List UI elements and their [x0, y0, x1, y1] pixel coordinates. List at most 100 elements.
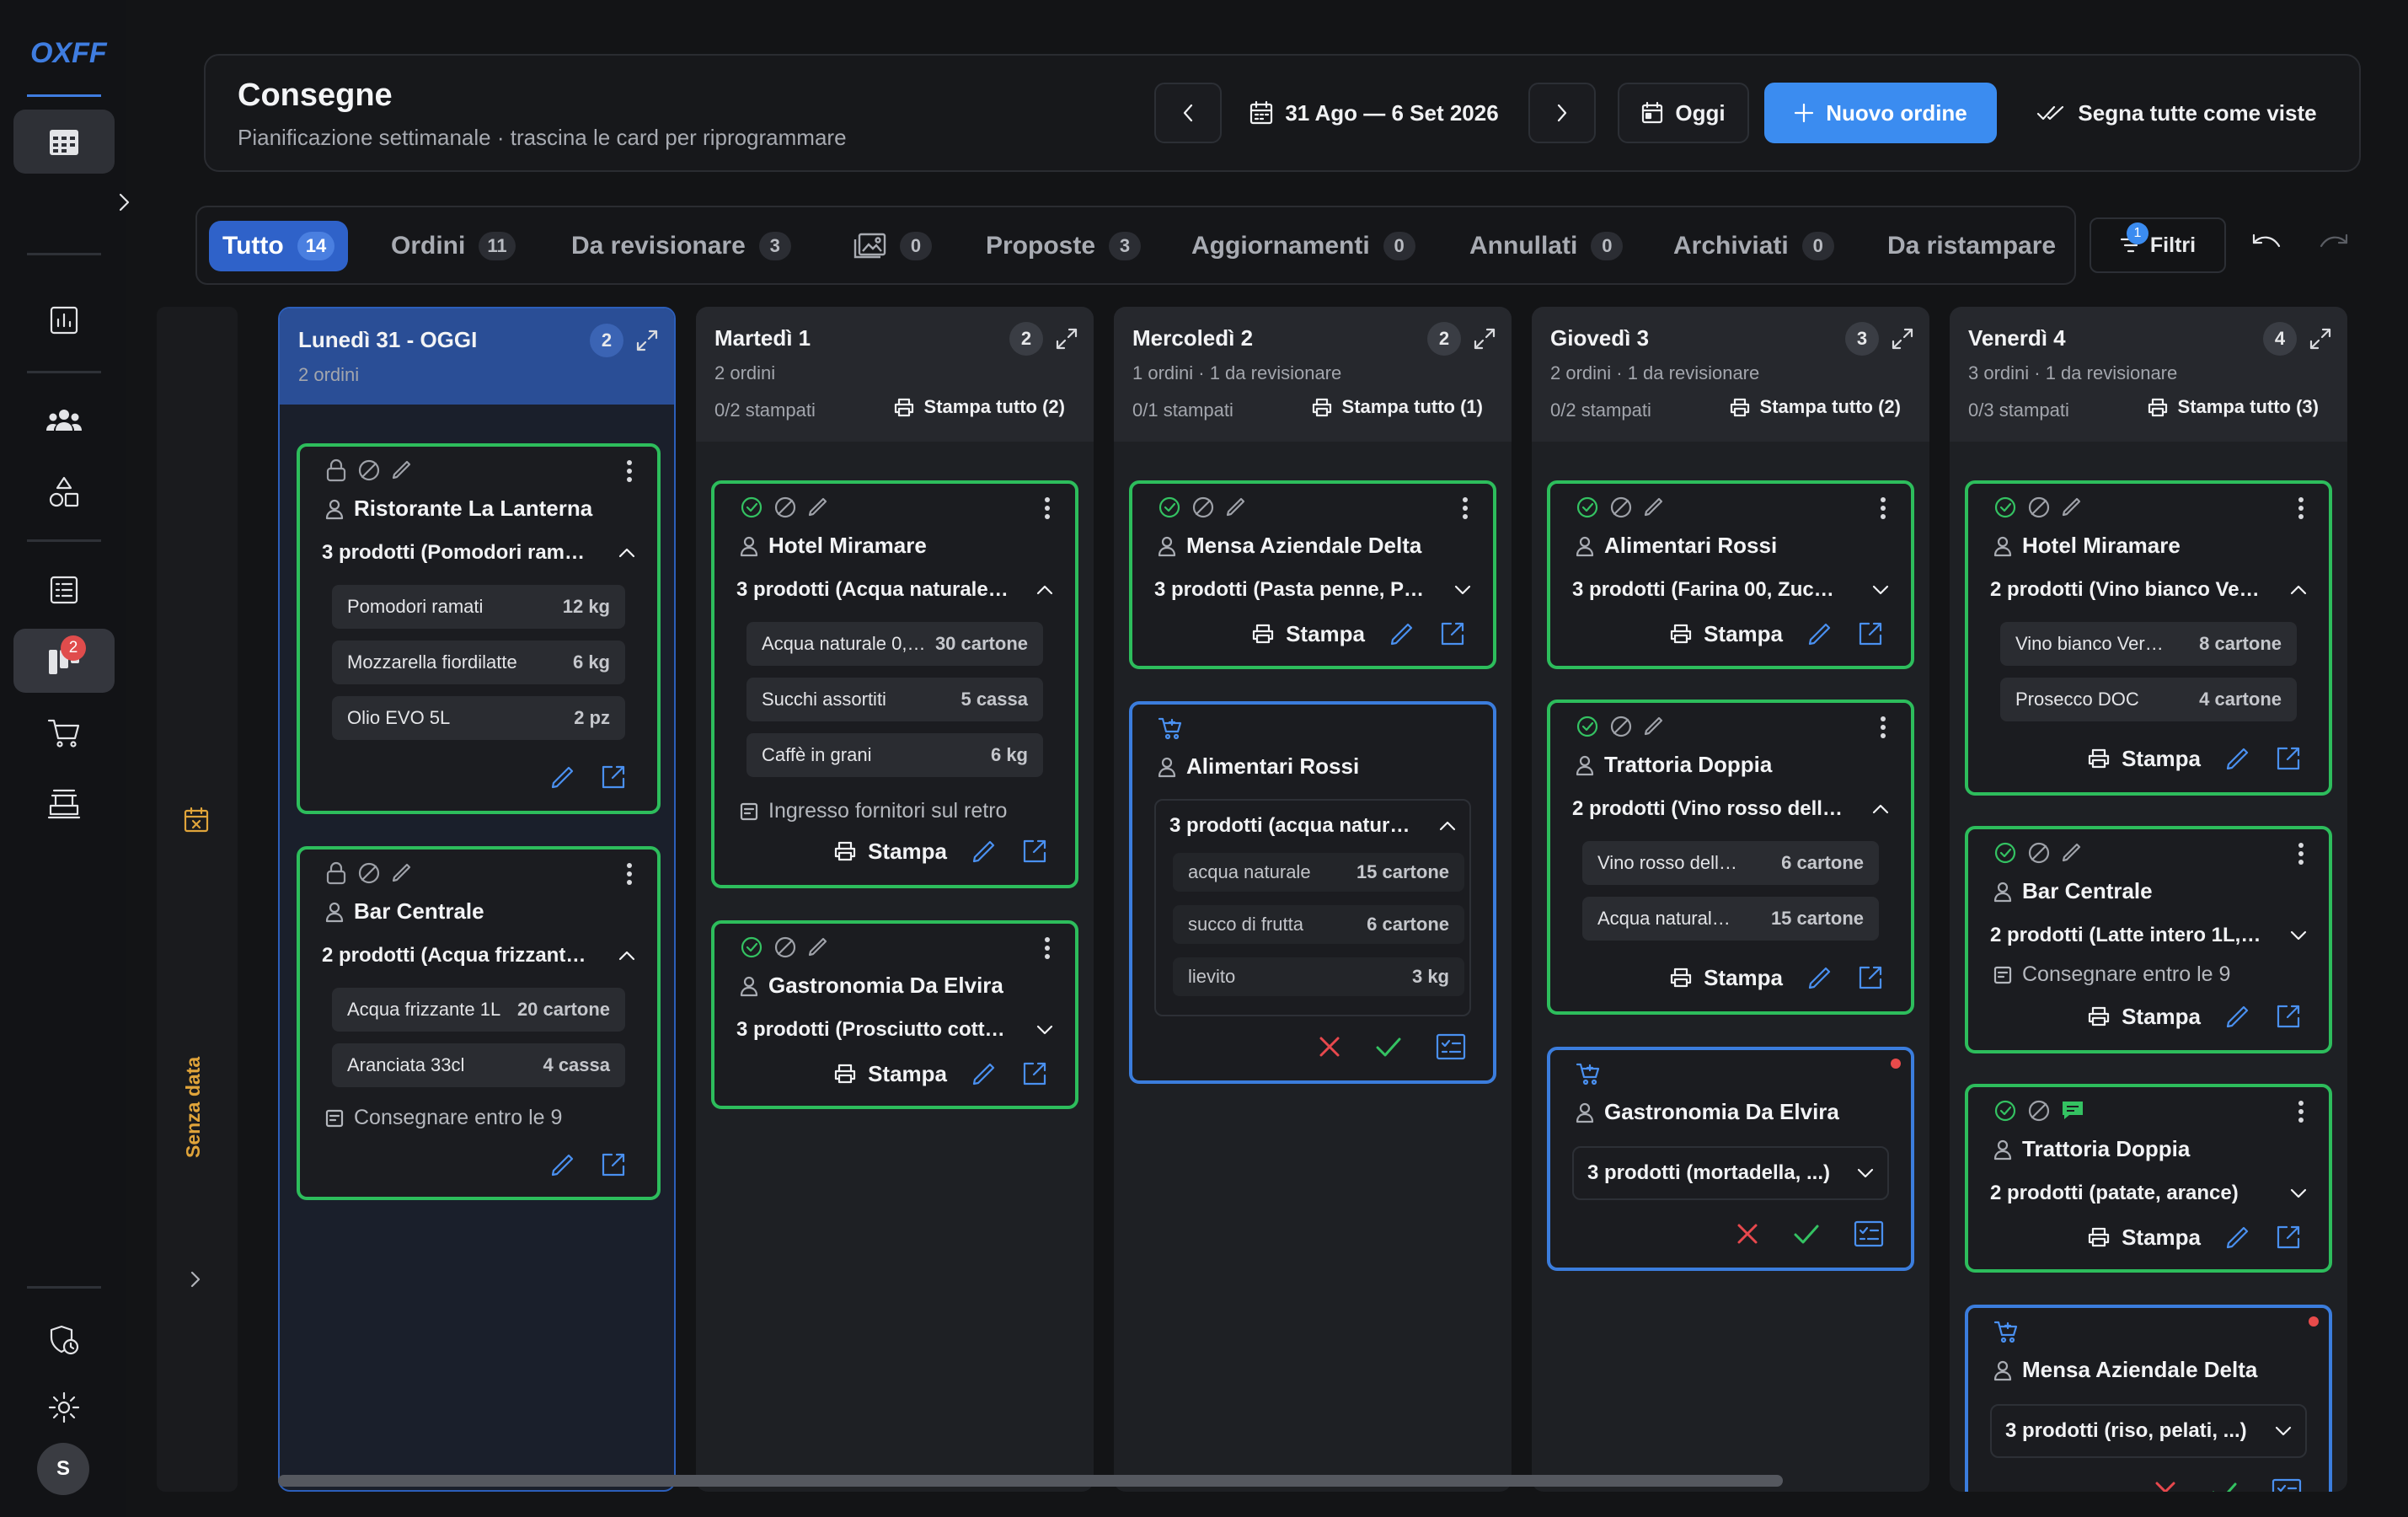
card-menu-icon[interactable]: [2298, 1101, 2304, 1123]
card-summary-toggle[interactable]: 3 prodotti (Pasta penne, Pelati, Olio): [1154, 571, 1471, 608]
rail-cart-button[interactable]: [13, 701, 115, 765]
rail-warehouse-button[interactable]: [13, 772, 115, 836]
print-all-button[interactable]: Stampa tutto (2): [894, 396, 1065, 418]
proposal-card[interactable]: Gastronomia Da Elvira 3 prodotti (mortad…: [1547, 1047, 1914, 1271]
tab-tutto[interactable]: Tutto 14: [209, 221, 349, 271]
open-external-icon[interactable]: [2275, 1003, 2302, 1030]
review-checklist-icon[interactable]: [2272, 1478, 2302, 1492]
reject-x-icon[interactable]: [1318, 1035, 1341, 1059]
card-summary-toggle[interactable]: 2 prodotti (patate, arance): [1990, 1175, 2307, 1212]
day-column-wednesday[interactable]: Mercoledì 2 1 ordini · 1 da revisionare …: [1114, 307, 1512, 1492]
card-menu-icon[interactable]: [1881, 716, 1886, 738]
edit-icon[interactable]: [549, 1151, 576, 1178]
card-menu-icon[interactable]: [1045, 937, 1050, 959]
mark-all-seen-button[interactable]: Segna tutte come viste: [2017, 83, 2337, 143]
proposal-card[interactable]: Mensa Aziendale Delta 3 prodotti (riso, …: [1965, 1305, 2332, 1492]
chevron-right-icon[interactable]: [190, 1271, 201, 1288]
expand-icon[interactable]: [2309, 327, 2332, 351]
review-checklist-icon[interactable]: [1854, 1220, 1884, 1247]
card-summary-toggle[interactable]: 2 prodotti (Acqua frizzante 1L, Aranciat…: [322, 937, 635, 974]
open-external-icon[interactable]: [2275, 745, 2302, 772]
expand-icon[interactable]: [1473, 327, 1496, 351]
card-summary-toggle[interactable]: 3 prodotti (Prosciutto cotto, Salame, Fo…: [736, 1011, 1053, 1048]
card-summary-toggle[interactable]: 3 prodotti (mortadella, ...): [1587, 1155, 1874, 1192]
print-all-button[interactable]: Stampa tutto (1): [1312, 396, 1483, 418]
day-column-thursday[interactable]: Giovedì 3 2 ordini · 1 da revisionare 0/…: [1532, 307, 1929, 1492]
tab-da-revisionare[interactable]: Da revisionare 3: [558, 221, 805, 271]
date-range-picker[interactable]: 31 Ago — 6 Set 2026: [1232, 83, 1517, 143]
tab-ordini[interactable]: Ordini 11: [377, 221, 529, 271]
card-summary-toggle[interactable]: 2 prodotti (Vino rosso della casa, Acqua…: [1572, 791, 1889, 828]
order-card[interactable]: Hotel Miramare 2 prodotti (Vino bianco V…: [1965, 480, 2332, 796]
card-menu-icon[interactable]: [627, 460, 632, 482]
card-menu-icon[interactable]: [1045, 497, 1050, 519]
rail-security-button[interactable]: [13, 1308, 115, 1372]
print-button[interactable]: Stampa: [2088, 1225, 2201, 1251]
filters-button[interactable]: Filtri: [2090, 217, 2226, 273]
rail-list-button[interactable]: [13, 558, 115, 622]
print-button[interactable]: Stampa: [1670, 965, 1783, 991]
edit-icon[interactable]: [1806, 964, 1833, 991]
edit-icon[interactable]: [1389, 620, 1415, 647]
next-week-button[interactable]: [1528, 83, 1596, 143]
edit-icon[interactable]: [2224, 745, 2251, 772]
rail-calendar-button[interactable]: [13, 110, 115, 174]
open-external-icon[interactable]: [2275, 1224, 2302, 1251]
open-external-icon[interactable]: [600, 1151, 627, 1178]
senza-data-drawer[interactable]: Senza data: [157, 307, 238, 1492]
order-card[interactable]: Mensa Aziendale Delta 3 prodotti (Pasta …: [1129, 480, 1496, 669]
edit-icon[interactable]: [2224, 1224, 2251, 1251]
redo-button[interactable]: [2319, 233, 2349, 253]
card-menu-icon[interactable]: [1881, 497, 1886, 519]
card-menu-icon[interactable]: [627, 863, 632, 885]
expand-icon[interactable]: [1891, 327, 1914, 351]
open-external-icon[interactable]: [1021, 838, 1048, 865]
print-button[interactable]: Stampa: [1252, 621, 1365, 647]
order-card[interactable]: Hotel Miramare 3 prodotti (Acqua natural…: [711, 480, 1078, 888]
card-summary-toggle[interactable]: 2 prodotti (Latte intero 1L, Caffè): [1990, 917, 2307, 954]
open-external-icon[interactable]: [1439, 620, 1466, 647]
order-card[interactable]: Gastronomia Da Elvira 3 prodotti (Prosci…: [711, 920, 1078, 1109]
day-column-tuesday[interactable]: Martedì 1 2 ordini 0/2 stampati Stampa t…: [696, 307, 1094, 1492]
order-card[interactable]: Alimentari Rossi 3 prodotti (Farina 00, …: [1547, 480, 1914, 669]
tab-aggiornamenti[interactable]: Aggiornamenti 0: [1178, 221, 1429, 271]
user-avatar[interactable]: S: [37, 1443, 89, 1495]
card-summary-toggle[interactable]: 3 prodotti (Pomodori ramati, Mozzarella …: [322, 534, 635, 571]
today-button[interactable]: Oggi: [1618, 83, 1749, 143]
reject-x-icon[interactable]: [2154, 1480, 2177, 1492]
order-card[interactable]: Trattoria Doppia 2 prodotti (patate, ara…: [1965, 1084, 2332, 1273]
rail-catalog-button[interactable]: [13, 460, 115, 524]
order-card[interactable]: Trattoria Doppia 2 prodotti (Vino rosso …: [1547, 700, 1914, 1015]
accept-check-icon[interactable]: [2211, 1481, 2238, 1492]
day-column-monday[interactable]: Lunedì 31 - OGGI 2 ordini 2 Ristorante L…: [278, 307, 676, 1492]
card-menu-icon[interactable]: [2298, 843, 2304, 865]
print-all-button[interactable]: Stampa tutto (3): [2148, 396, 2319, 418]
card-summary-toggle[interactable]: 2 prodotti (Vino bianco Verdicchio, Pros…: [1990, 571, 2307, 608]
edit-icon[interactable]: [1806, 620, 1833, 647]
reject-x-icon[interactable]: [1736, 1222, 1759, 1246]
accept-check-icon[interactable]: [1375, 1036, 1402, 1058]
open-external-icon[interactable]: [1857, 620, 1884, 647]
open-external-icon[interactable]: [1857, 964, 1884, 991]
tab-media[interactable]: 0: [839, 221, 945, 271]
tab-da-ristampare[interactable]: Da ristampare: [1874, 221, 2069, 271]
accept-check-icon[interactable]: [1793, 1223, 1820, 1245]
proposal-card[interactable]: Alimentari Rossi 3 prodotti (acqua natur…: [1129, 701, 1496, 1084]
tab-annullati[interactable]: Annullati 0: [1456, 221, 1636, 271]
card-summary-toggle[interactable]: 3 prodotti (Farina 00, Zucchero, Lievito…: [1572, 571, 1889, 608]
print-button[interactable]: Stampa: [834, 1061, 947, 1087]
new-order-button[interactable]: Nuovo ordine: [1764, 83, 1997, 143]
open-external-icon[interactable]: [1021, 1060, 1048, 1087]
order-card[interactable]: Bar Centrale 2 prodotti (Latte intero 1L…: [1965, 826, 2332, 1053]
print-button[interactable]: Stampa: [2088, 746, 2201, 772]
tab-archiviati[interactable]: Archiviati 0: [1660, 221, 1848, 271]
day-column-friday[interactable]: Venerdì 4 3 ordini · 1 da revisionare 0/…: [1950, 307, 2347, 1492]
print-all-button[interactable]: Stampa tutto (2): [1730, 396, 1901, 418]
expand-icon[interactable]: [635, 329, 659, 352]
print-button[interactable]: Stampa: [834, 839, 947, 865]
rail-reports-button[interactable]: [13, 288, 115, 352]
card-summary-toggle[interactable]: 3 prodotti (Acqua naturale 0,5L, Succhi …: [736, 571, 1053, 608]
card-menu-icon[interactable]: [1463, 497, 1468, 519]
edit-icon[interactable]: [549, 764, 576, 791]
print-button[interactable]: Stampa: [1670, 621, 1783, 647]
